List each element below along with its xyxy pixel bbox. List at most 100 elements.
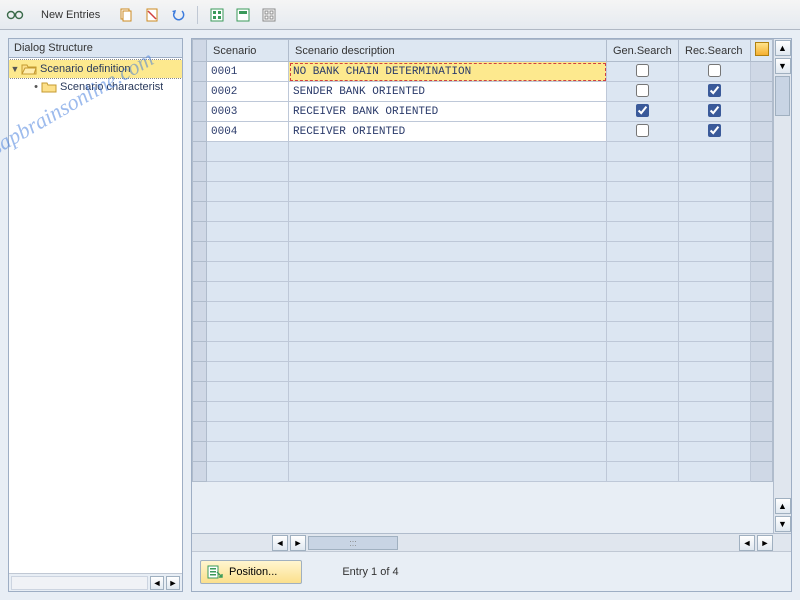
gen-search-checkbox[interactable] bbox=[636, 104, 649, 117]
cell-description[interactable]: NO BANK CHAIN DETERMINATION bbox=[289, 62, 607, 82]
undo-icon[interactable] bbox=[169, 6, 187, 24]
empty-cell[interactable] bbox=[679, 402, 751, 422]
cell-scenario[interactable]: 0002 bbox=[207, 82, 289, 102]
tree-root-scenario-definition[interactable]: ▼ Scenario definition bbox=[9, 60, 182, 78]
empty-cell[interactable] bbox=[607, 442, 679, 462]
cell-rec-search[interactable] bbox=[679, 122, 751, 142]
empty-cell[interactable] bbox=[207, 322, 289, 342]
empty-cell[interactable] bbox=[289, 302, 607, 322]
empty-cell[interactable] bbox=[607, 302, 679, 322]
cell-description[interactable]: RECEIVER BANK ORIENTED bbox=[289, 102, 607, 122]
glasses-icon[interactable] bbox=[6, 6, 24, 24]
cell-description[interactable]: RECEIVER ORIENTED bbox=[289, 122, 607, 142]
empty-cell[interactable] bbox=[207, 462, 289, 482]
cell-scenario[interactable]: 0003 bbox=[207, 102, 289, 122]
empty-cell[interactable] bbox=[289, 362, 607, 382]
vertical-scroll-track[interactable] bbox=[774, 117, 791, 497]
row-selector[interactable] bbox=[193, 262, 207, 282]
col-gen-search-header[interactable]: Gen.Search bbox=[607, 40, 679, 62]
col-scenario-header[interactable]: Scenario bbox=[207, 40, 289, 62]
empty-cell[interactable] bbox=[607, 362, 679, 382]
scroll-down-bottom-icon[interactable]: ▼ bbox=[775, 516, 791, 532]
empty-cell[interactable] bbox=[289, 422, 607, 442]
empty-cell[interactable] bbox=[679, 202, 751, 222]
empty-cell[interactable] bbox=[607, 402, 679, 422]
cell-scenario[interactable]: 0001 bbox=[207, 62, 289, 82]
scroll-track[interactable] bbox=[11, 576, 148, 590]
row-selector[interactable] bbox=[193, 122, 207, 142]
empty-cell[interactable] bbox=[607, 322, 679, 342]
row-selector[interactable] bbox=[193, 462, 207, 482]
empty-cell[interactable] bbox=[289, 382, 607, 402]
empty-cell[interactable] bbox=[679, 162, 751, 182]
empty-cell[interactable] bbox=[207, 182, 289, 202]
empty-cell[interactable] bbox=[679, 182, 751, 202]
row-selector[interactable] bbox=[193, 142, 207, 162]
hscroll-left-icon[interactable]: ◄ bbox=[272, 535, 288, 551]
cell-gen-search[interactable] bbox=[607, 82, 679, 102]
empty-cell[interactable] bbox=[207, 382, 289, 402]
empty-cell[interactable] bbox=[207, 342, 289, 362]
rec-search-checkbox[interactable] bbox=[708, 124, 721, 137]
table-config-header[interactable] bbox=[751, 40, 773, 62]
new-entries-button[interactable]: New Entries bbox=[32, 4, 109, 26]
copy-icon[interactable] bbox=[117, 6, 135, 24]
empty-cell[interactable] bbox=[679, 422, 751, 442]
vertical-scroll-thumb[interactable] bbox=[775, 76, 790, 116]
row-selector[interactable] bbox=[193, 382, 207, 402]
row-selector[interactable] bbox=[193, 402, 207, 422]
empty-cell[interactable] bbox=[289, 182, 607, 202]
delete-icon[interactable] bbox=[143, 6, 161, 24]
empty-cell[interactable] bbox=[607, 242, 679, 262]
empty-cell[interactable] bbox=[289, 462, 607, 482]
empty-cell[interactable] bbox=[679, 222, 751, 242]
empty-cell[interactable] bbox=[207, 422, 289, 442]
hscroll-left-end-icon[interactable]: ◄ bbox=[739, 535, 755, 551]
cell-scenario[interactable]: 0004 bbox=[207, 122, 289, 142]
empty-cell[interactable] bbox=[607, 462, 679, 482]
rec-search-checkbox[interactable] bbox=[708, 104, 721, 117]
row-selector[interactable] bbox=[193, 302, 207, 322]
empty-cell[interactable] bbox=[289, 322, 607, 342]
row-selector[interactable] bbox=[193, 162, 207, 182]
scroll-up-icon[interactable]: ▲ bbox=[775, 40, 791, 56]
empty-cell[interactable] bbox=[679, 242, 751, 262]
col-rec-search-header[interactable]: Rec.Search bbox=[679, 40, 751, 62]
empty-cell[interactable] bbox=[289, 342, 607, 362]
row-selector[interactable] bbox=[193, 242, 207, 262]
scroll-right-icon[interactable]: ► bbox=[166, 576, 180, 590]
row-selector[interactable] bbox=[193, 442, 207, 462]
empty-cell[interactable] bbox=[607, 182, 679, 202]
select-block-icon[interactable] bbox=[234, 6, 252, 24]
scroll-down-icon[interactable]: ▼ bbox=[775, 58, 791, 74]
empty-cell[interactable] bbox=[289, 262, 607, 282]
cell-gen-search[interactable] bbox=[607, 122, 679, 142]
row-selector[interactable] bbox=[193, 322, 207, 342]
empty-cell[interactable] bbox=[207, 142, 289, 162]
scroll-left-icon[interactable]: ◄ bbox=[150, 576, 164, 590]
empty-cell[interactable] bbox=[289, 402, 607, 422]
gen-search-checkbox[interactable] bbox=[636, 84, 649, 97]
hscroll-right-icon[interactable]: ► bbox=[290, 535, 306, 551]
row-selector[interactable] bbox=[193, 82, 207, 102]
scroll-up-bottom-icon[interactable]: ▲ bbox=[775, 498, 791, 514]
cell-rec-search[interactable] bbox=[679, 102, 751, 122]
row-selector-header[interactable] bbox=[193, 40, 207, 62]
empty-cell[interactable] bbox=[289, 282, 607, 302]
empty-cell[interactable] bbox=[679, 342, 751, 362]
row-selector[interactable] bbox=[193, 102, 207, 122]
empty-cell[interactable] bbox=[289, 442, 607, 462]
rec-search-checkbox[interactable] bbox=[708, 84, 721, 97]
horizontal-scroll-thumb[interactable]: ::: bbox=[308, 536, 398, 550]
tree-child-scenario-characterist[interactable]: • Scenario characterist bbox=[9, 78, 182, 96]
row-selector[interactable] bbox=[193, 222, 207, 242]
empty-cell[interactable] bbox=[207, 302, 289, 322]
empty-cell[interactable] bbox=[679, 322, 751, 342]
empty-cell[interactable] bbox=[679, 382, 751, 402]
row-selector[interactable] bbox=[193, 362, 207, 382]
row-selector[interactable] bbox=[193, 342, 207, 362]
empty-cell[interactable] bbox=[207, 162, 289, 182]
cell-gen-search[interactable] bbox=[607, 62, 679, 82]
cell-rec-search[interactable] bbox=[679, 82, 751, 102]
empty-cell[interactable] bbox=[607, 202, 679, 222]
